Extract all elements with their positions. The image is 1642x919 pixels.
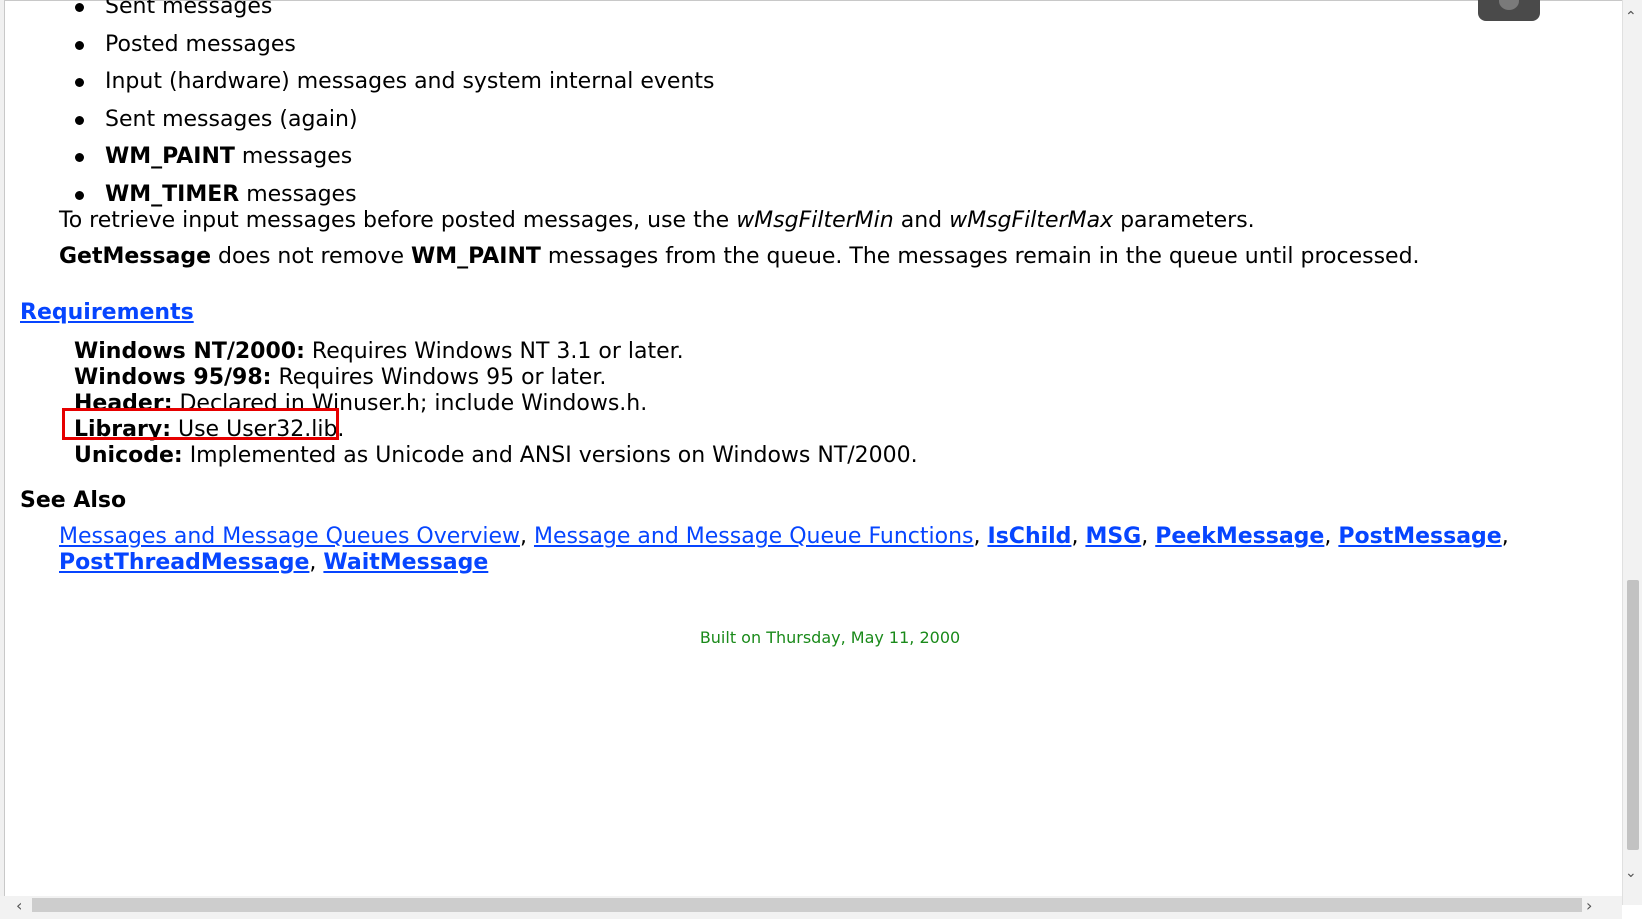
list-item: Posted messages xyxy=(60,26,715,64)
link-separator: , xyxy=(973,524,988,549)
param-name: wMsgFilterMax xyxy=(949,208,1114,233)
requirement-value: Implemented as Unicode and ANSI versions… xyxy=(182,443,918,468)
list-item: WM_PAINT messages xyxy=(60,138,715,176)
requirements-block: Windows NT/2000: Requires Windows NT 3.1… xyxy=(74,339,918,469)
floating-overlay-button[interactable] xyxy=(1478,0,1540,21)
paragraph-text: does not remove xyxy=(211,244,411,269)
paragraph-text: To retrieve input messages before posted… xyxy=(59,208,737,233)
scroll-left-icon[interactable]: ‹ xyxy=(16,896,22,916)
camera-icon xyxy=(1499,0,1519,10)
see-also-link[interactable]: MSG xyxy=(1085,524,1141,549)
scroll-down-icon[interactable]: ⌄ xyxy=(1625,866,1637,880)
paint-paragraph: GetMessage does not remove WM_PAINT mess… xyxy=(59,244,1420,269)
list-item: Sent messages xyxy=(60,0,715,26)
paragraph-text: messages from the queue. The messages re… xyxy=(540,244,1420,269)
requirement-line: Header: Declared in Winuser.h; include W… xyxy=(74,391,918,417)
see-also-heading: See Also xyxy=(20,488,127,513)
requirement-label: Windows 95/98: xyxy=(74,365,272,390)
list-item-text: Posted messages xyxy=(105,31,296,57)
requirement-line: Windows NT/2000: Requires Windows NT 3.1… xyxy=(74,339,918,365)
bullet-icon xyxy=(75,190,84,200)
list-item-text: messages xyxy=(239,181,357,207)
see-also-link[interactable]: PeekMessage xyxy=(1155,524,1324,549)
requirement-label: Library: xyxy=(74,417,171,442)
requirement-line: Unicode: Implemented as Unicode and ANSI… xyxy=(74,443,918,469)
link-separator: , xyxy=(519,524,534,549)
link-separator: , xyxy=(1324,524,1339,549)
link-separator: , xyxy=(1071,524,1086,549)
vertical-scroll-thumb[interactable] xyxy=(1627,580,1639,850)
bullet-icon xyxy=(75,40,84,50)
paragraph-text: parameters. xyxy=(1113,208,1255,233)
scroll-right-icon[interactable]: › xyxy=(1586,896,1592,916)
see-also-link[interactable]: PostMessage xyxy=(1338,524,1501,549)
requirement-label: Windows NT/2000: xyxy=(74,339,305,364)
list-item-text: Sent messages xyxy=(105,0,273,19)
requirement-line: Library: Use User32.lib. xyxy=(74,417,918,443)
horizontal-scroll-thumb[interactable] xyxy=(32,898,1582,912)
requirement-value: Requires Windows NT 3.1 or later. xyxy=(304,339,684,364)
list-item-text: Sent messages (again) xyxy=(105,106,358,132)
link-separator: , xyxy=(1501,524,1509,549)
build-date-footer: Built on Thursday, May 11, 2000 xyxy=(699,628,961,647)
link-separator: , xyxy=(309,550,324,575)
see-also-link[interactable]: Message and Message Queue Functions xyxy=(534,524,974,549)
message-order-list: Sent messages Posted messages Input (har… xyxy=(60,0,715,213)
bullet-icon xyxy=(75,3,84,12)
requirement-line: Windows 95/98: Requires Windows 95 or la… xyxy=(74,365,918,391)
filter-paragraph: To retrieve input messages before posted… xyxy=(59,208,1255,233)
see-also-link[interactable]: PostThreadMessage xyxy=(59,550,309,575)
document-content: Sent messages Posted messages Input (har… xyxy=(5,0,1617,896)
message-name: WM_PAINT xyxy=(410,244,541,269)
requirement-value: Declared in Winuser.h; include Windows.h… xyxy=(172,391,648,416)
bullet-icon xyxy=(75,78,84,87)
list-item-bold: WM_TIMER xyxy=(105,181,240,207)
paragraph-text: and xyxy=(893,208,950,233)
requirement-label: Header: xyxy=(74,391,173,416)
scroll-up-icon[interactable]: ⌃ xyxy=(1625,10,1637,24)
bullet-icon xyxy=(75,153,84,162)
list-item-text: messages xyxy=(234,144,353,169)
vertical-scrollbar[interactable]: ⌃ ⌄ xyxy=(1622,0,1642,905)
list-item: Input (hardware) messages and system int… xyxy=(60,63,715,101)
link-separator: , xyxy=(1141,524,1156,549)
list-item: Sent messages (again) xyxy=(60,101,715,139)
requirement-value: Use User32.lib. xyxy=(171,417,345,442)
requirements-link[interactable]: Requirements xyxy=(20,300,194,325)
requirement-value: Requires Windows 95 or later. xyxy=(271,365,607,390)
requirement-label: Unicode: xyxy=(74,443,183,468)
list-item-bold: WM_PAINT xyxy=(105,144,235,169)
param-name: wMsgFilterMin xyxy=(736,208,894,233)
bullet-icon xyxy=(75,115,84,125)
horizontal-scrollbar[interactable]: ‹ › xyxy=(0,896,1622,919)
see-also-links: Messages and Message Queues Overview, Me… xyxy=(59,524,1579,576)
see-also-link[interactable]: IsChild xyxy=(988,524,1072,549)
see-also-link[interactable]: Messages and Message Queues Overview xyxy=(59,524,520,549)
function-name: GetMessage xyxy=(59,244,212,269)
see-also-link[interactable]: WaitMessage xyxy=(323,550,488,575)
list-item-text: Input (hardware) messages and system int… xyxy=(105,69,715,94)
